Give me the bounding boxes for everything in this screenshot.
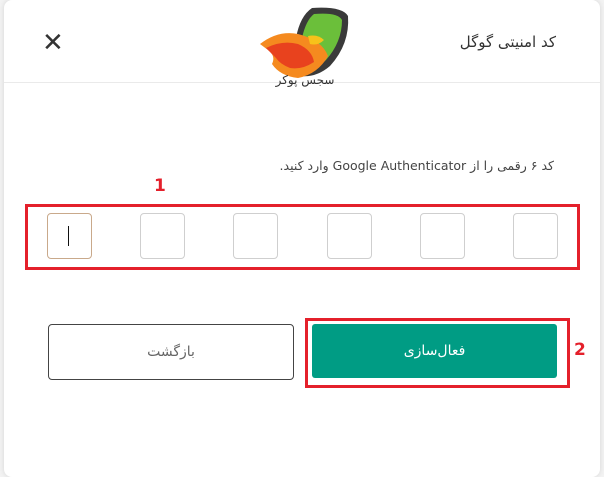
otp-digit-6[interactable] (47, 213, 92, 259)
otp-digit-2[interactable] (420, 213, 465, 259)
text-caret (68, 226, 69, 246)
otp-digit-5[interactable] (140, 213, 185, 259)
otp-digit-3[interactable] (327, 213, 372, 259)
dialog-title: کد امنیتی گوگل (459, 33, 556, 51)
security-code-dialog: ✕ سجس پوکر کد امنیتی گوگل کد ۶ رقمی را ا… (4, 0, 600, 477)
instruction-text: کد ۶ رقمی را از Google Authenticator وار… (279, 158, 554, 173)
close-icon[interactable]: ✕ (42, 30, 64, 56)
otp-digit-1[interactable] (513, 213, 558, 259)
back-button[interactable]: بازگشت (48, 324, 294, 380)
dialog-header: ✕ سجس پوکر کد امنیتی گوگل (4, 0, 600, 87)
otp-digit-4[interactable] (233, 213, 278, 259)
annotation-number-2: 2 (574, 340, 586, 360)
otp-highlight-frame (25, 204, 580, 270)
annotation-number-1: 1 (154, 176, 166, 196)
activate-button[interactable]: فعال‌سازی (312, 324, 557, 378)
logo-text: سجس پوکر (275, 73, 335, 87)
